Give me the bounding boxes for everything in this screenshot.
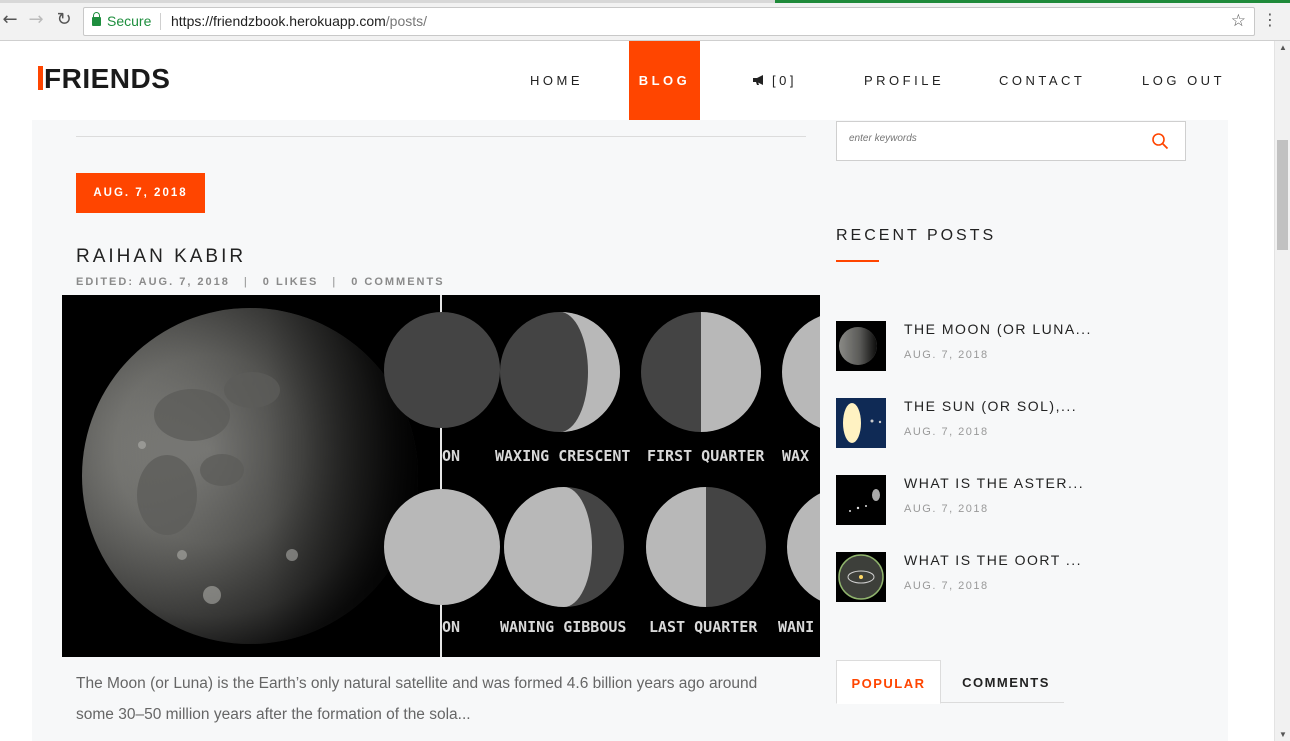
search-input[interactable] (849, 133, 1129, 144)
forward-arrow-icon[interactable]: → (26, 10, 46, 30)
logo-text: FRIENDS (44, 63, 171, 94)
svg-text:LAST QUARTER: LAST QUARTER (649, 618, 758, 636)
recent-post-title[interactable]: WHAT IS THE ASTER... (904, 475, 1084, 491)
svg-text:WANI: WANI (778, 618, 814, 636)
svg-text:WANING GIBBOUS: WANING GIBBOUS (500, 618, 626, 636)
recent-post-title[interactable]: THE MOON (OR LUNA... (904, 321, 1092, 337)
recent-post-item[interactable]: WHAT IS THE ASTER... AUG. 7, 2018 (836, 475, 1216, 527)
omnibox-divider (160, 13, 161, 30)
url-text[interactable]: https://friendzbook.herokuapp.com/posts/ (171, 13, 427, 29)
tab-comments[interactable]: COMMENTS (952, 660, 1060, 702)
lock-icon (92, 12, 101, 26)
notification-count: [0] (772, 73, 797, 88)
nav-blog[interactable]: BLOG (629, 41, 700, 120)
post-excerpt: The Moon (or Luna) is the Earth’s only n… (76, 675, 758, 723)
recent-post-date: AUG. 7, 2018 (904, 503, 989, 515)
url-path: /posts/ (385, 13, 428, 29)
recent-post-thumbnail[interactable] (836, 321, 886, 371)
scrollbar-thumb[interactable] (1277, 140, 1288, 250)
secure-label: Secure (107, 13, 152, 29)
post-comments[interactable]: 0 COMMENTS (351, 276, 444, 288)
megaphone-icon (753, 75, 763, 85)
site-header: FRIENDS HOME BLOG [0] PROFILE CONTACT LO… (0, 41, 1274, 120)
heading-underline (836, 260, 879, 262)
page-content: AUG. 7, 2018 RAIHAN KABIR EDITED: AUG. 7… (32, 120, 1228, 741)
post-likes[interactable]: 0 LIKES (263, 276, 319, 288)
address-bar[interactable]: Secure https://friendzbook.herokuapp.com… (83, 7, 1255, 36)
recent-post-thumbnail[interactable] (836, 552, 886, 602)
sidebar-tabs: POPULAR COMMENTS (836, 660, 1064, 704)
logo-accent-bar (38, 66, 43, 90)
svg-text:FIRST QUARTER: FIRST QUARTER (647, 447, 765, 465)
recent-post-thumbnail[interactable] (836, 398, 886, 448)
tab-strip (0, 0, 775, 3)
post-author-title[interactable]: RAIHAN KABIR (76, 246, 246, 268)
bookmark-star-icon[interactable]: ☆ (1231, 11, 1246, 31)
recent-post-date: AUG. 7, 2018 (904, 349, 989, 361)
recent-post-thumbnail[interactable] (836, 475, 886, 525)
browser-menu-icon[interactable]: ⋮ (1262, 10, 1278, 29)
nav-contact[interactable]: CONTACT (999, 41, 1085, 120)
recent-post-item[interactable]: THE MOON (OR LUNA... AUG. 7, 2018 (836, 321, 1216, 373)
recent-post-date: AUG. 7, 2018 (904, 426, 989, 438)
search-icon[interactable] (1151, 132, 1169, 150)
post-image[interactable]: ON WAXING CRESCENT FIRST QUARTER WAX ON … (62, 295, 820, 657)
scroll-up-icon[interactable]: ▲ (1279, 43, 1287, 52)
nav-logout[interactable]: LOG OUT (1142, 41, 1225, 120)
tab-popular[interactable]: POPULAR (836, 660, 941, 704)
active-tab-strip (775, 0, 1290, 3)
recent-posts-heading: RECENT POSTS (836, 227, 997, 244)
page-scrollbar[interactable]: ▲ ▼ (1274, 41, 1290, 741)
nav-profile[interactable]: PROFILE (864, 41, 944, 120)
browser-toolbar: ← → ↻ Secure https://friendzbook.herokua… (0, 0, 1290, 41)
svg-text:ON: ON (442, 447, 460, 465)
svg-text:WAX: WAX (782, 447, 809, 465)
divider (76, 136, 806, 137)
url-base: https://friendzbook.herokuapp.com (171, 13, 386, 29)
meta-separator: | (332, 276, 338, 288)
svg-text:ON: ON (442, 618, 460, 636)
reload-icon[interactable]: ↻ (54, 10, 74, 30)
site-logo[interactable]: FRIENDS (38, 63, 170, 95)
recent-post-title[interactable]: WHAT IS THE OORT ... (904, 552, 1082, 568)
nav-notifications[interactable]: [0] (752, 41, 797, 120)
scroll-down-icon[interactable]: ▼ (1279, 730, 1287, 739)
recent-post-item[interactable]: WHAT IS THE OORT ... AUG. 7, 2018 (836, 552, 1216, 604)
post-meta: EDITED: AUG. 7, 2018 | 0 LIKES | 0 COMMENTS (76, 276, 445, 288)
recent-post-date: AUG. 7, 2018 (904, 580, 989, 592)
secure-indicator[interactable]: Secure (92, 12, 152, 29)
post-edited: EDITED: AUG. 7, 2018 (76, 276, 230, 288)
moon-phases-image: ON WAXING CRESCENT FIRST QUARTER WAX ON … (62, 295, 820, 657)
recent-post-item[interactable]: THE SUN (OR SOL),... AUG. 7, 2018 (836, 398, 1216, 450)
back-arrow-icon[interactable]: ← (0, 10, 20, 30)
nav-home[interactable]: HOME (530, 41, 583, 120)
meta-separator: | (243, 276, 249, 288)
svg-text:WAXING CRESCENT: WAXING CRESCENT (495, 447, 630, 465)
search-box[interactable] (836, 121, 1186, 161)
recent-post-title[interactable]: THE SUN (OR SOL),... (904, 398, 1077, 414)
post-date-badge: AUG. 7, 2018 (76, 173, 205, 213)
